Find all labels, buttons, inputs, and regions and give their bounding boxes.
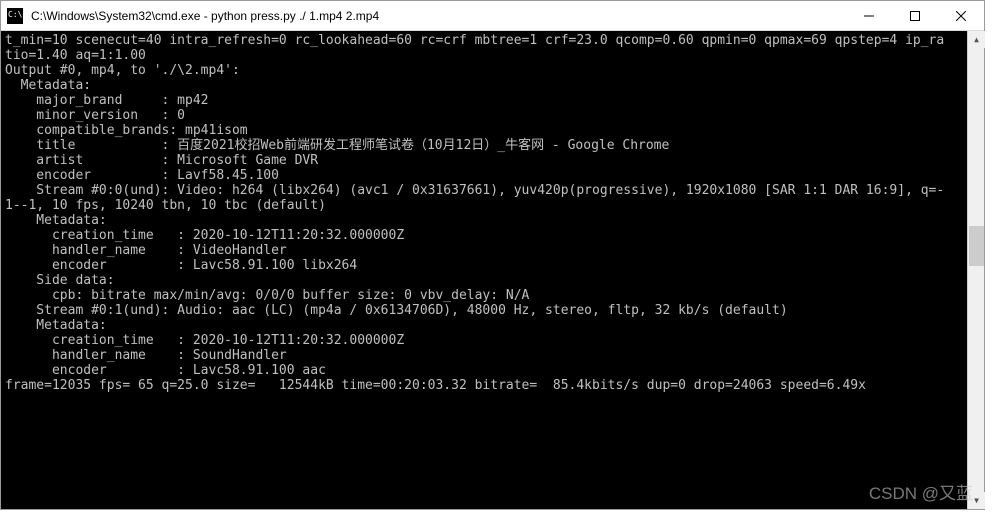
- maximize-button[interactable]: [892, 1, 938, 31]
- vertical-scrollbar[interactable]: ▲ ▼: [967, 31, 984, 509]
- maximize-icon: [910, 11, 920, 21]
- scrollbar-thumb[interactable]: [969, 226, 984, 266]
- close-button[interactable]: [938, 1, 984, 31]
- cmd-window: C:\Windows\System32\cmd.exe - python pre…: [0, 0, 985, 510]
- scroll-down-button[interactable]: ▼: [968, 492, 985, 509]
- minimize-icon: [864, 11, 874, 21]
- titlebar[interactable]: C:\Windows\System32\cmd.exe - python pre…: [1, 1, 984, 31]
- cmd-icon: [7, 8, 23, 24]
- window-controls: [846, 1, 984, 30]
- scroll-up-button[interactable]: ▲: [968, 31, 985, 48]
- window-title: C:\Windows\System32\cmd.exe - python pre…: [29, 9, 846, 23]
- minimize-button[interactable]: [846, 1, 892, 31]
- close-icon: [956, 11, 966, 21]
- terminal-output[interactable]: t_min=10 scenecut=40 intra_refresh=0 rc_…: [1, 31, 984, 509]
- scrollbar-track[interactable]: [968, 48, 984, 492]
